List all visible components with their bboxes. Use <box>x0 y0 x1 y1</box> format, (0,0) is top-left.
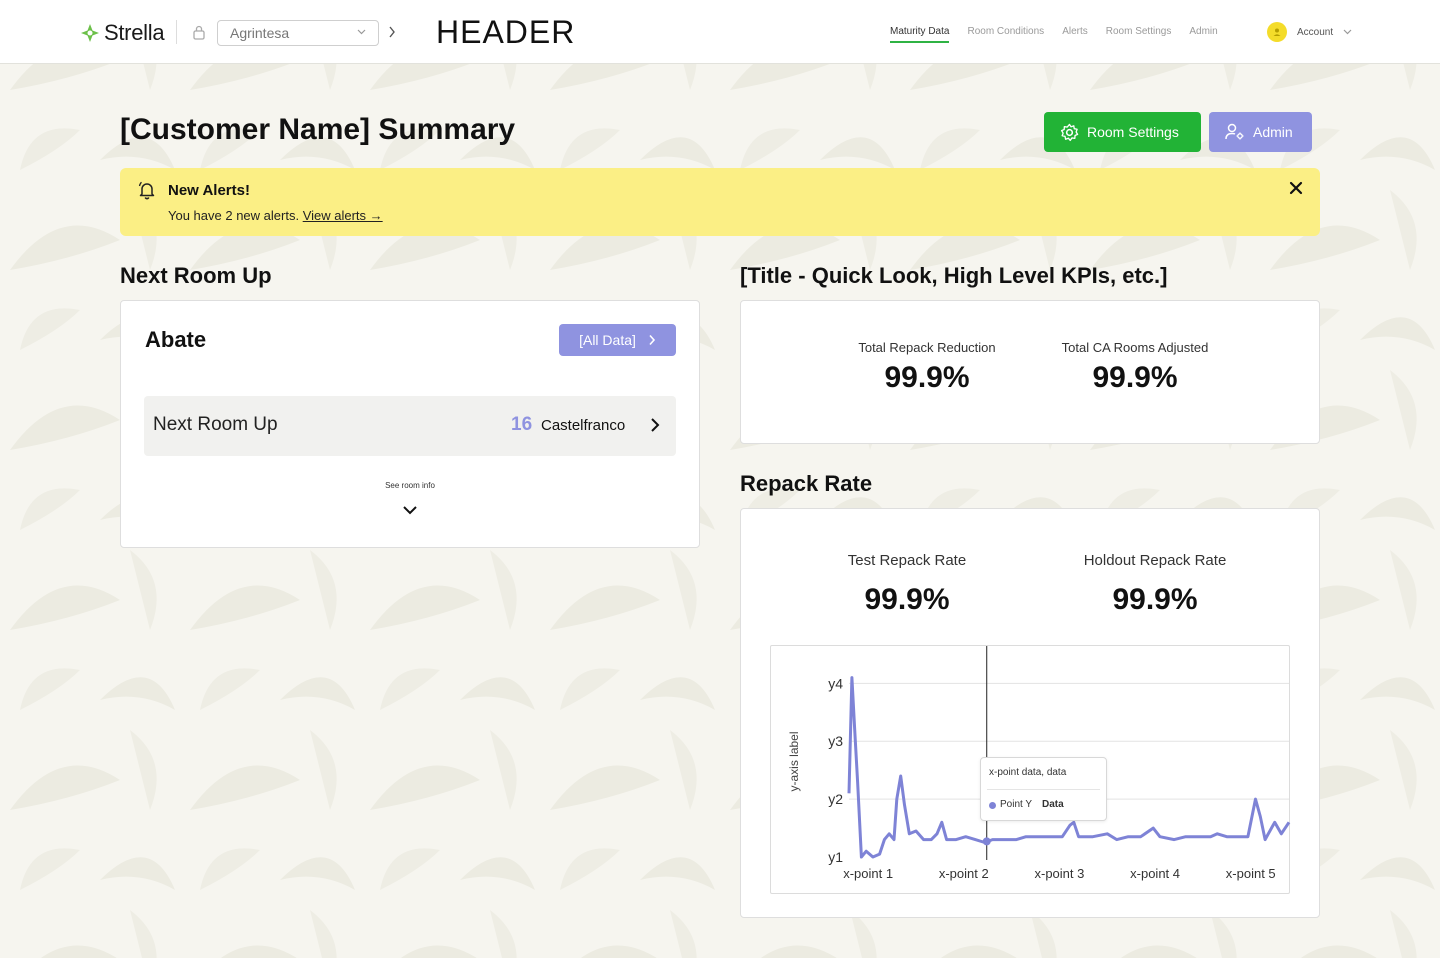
tooltip-title: x-point data, data <box>989 767 1067 778</box>
divider <box>176 20 177 44</box>
chevron-down-icon <box>357 29 366 35</box>
chevron-down-icon <box>1343 29 1352 35</box>
see-room-info-label: See room info <box>385 481 435 490</box>
kpi-value: 99.9% <box>884 361 970 394</box>
kpi-label: Holdout Repack Rate <box>1083 552 1227 569</box>
next-room-row[interactable]: Next Room Up 16 Castelfranco <box>144 396 676 456</box>
close-icon[interactable] <box>1288 180 1304 196</box>
kpi-test-repack-rate: Test Repack Rate 99.9% <box>827 552 987 617</box>
kpi-label: Total Repack Reduction <box>858 340 996 355</box>
header-label: HEADER <box>436 14 576 50</box>
chevron-right-icon <box>649 334 655 346</box>
y-tick-label: y1 <box>828 849 843 865</box>
kpi-value: 99.9% <box>1112 583 1198 616</box>
repack-card: Test Repack Rate 99.9% Holdout Repack Ra… <box>740 508 1320 918</box>
view-alerts-link[interactable]: View alerts → <box>303 208 383 223</box>
organization-select[interactable]: Agrintesa <box>217 20 379 46</box>
series-dot-icon <box>989 802 996 809</box>
user-icon <box>1273 28 1281 36</box>
avatar <box>1267 22 1287 42</box>
organization-select-value: Agrintesa <box>230 25 290 41</box>
room-settings-button-label: Room Settings <box>1087 124 1179 140</box>
logo-text: Strella <box>104 20 165 45</box>
kpi-value: 99.9% <box>1092 361 1178 394</box>
kpi-holdout-repack-rate: Holdout Repack Rate 99.9% <box>1070 552 1240 617</box>
kpi-value: 99.9% <box>864 583 950 616</box>
kpi-total-ca-rooms-adjusted: Total CA Rooms Adjusted 99.9% <box>1050 340 1220 395</box>
all-data-button[interactable]: [All Data] <box>559 324 676 356</box>
kpi-total-repack-reduction: Total Repack Reduction 99.9% <box>847 340 1007 395</box>
y-axis-label: y-axis label <box>787 731 801 791</box>
nav-admin[interactable]: Admin <box>1189 26 1217 43</box>
chevron-down-icon[interactable] <box>402 505 418 515</box>
x-tick-label: x-point 2 <box>939 866 989 881</box>
y-tick-label: y4 <box>828 675 843 691</box>
nav-maturity-data[interactable]: Maturity Data <box>890 26 950 43</box>
page-title: [Customer Name] Summary <box>120 113 516 146</box>
room-number: 16 <box>511 414 533 435</box>
x-tick-label: x-point 3 <box>1034 866 1084 881</box>
next-room-section-title: Next Room Up <box>120 263 272 288</box>
user-gear-icon <box>1225 123 1244 140</box>
lock-icon <box>193 25 205 40</box>
y-tick-label: y3 <box>828 733 843 749</box>
alert-message: You have 2 new alerts. View alerts → <box>168 208 383 223</box>
room-location: Castelfranco <box>541 417 626 434</box>
nav-alerts[interactable]: Alerts <box>1062 26 1088 43</box>
tooltip-value: Data <box>1042 799 1064 810</box>
bell-icon <box>138 181 155 200</box>
account-menu[interactable]: Account <box>1267 22 1352 42</box>
chart-tooltip: x-point data, data Point Y Data <box>980 757 1107 821</box>
room-settings-button[interactable]: Room Settings <box>1044 112 1201 152</box>
x-tick-label: x-point 1 <box>843 866 893 881</box>
logo[interactable]: Strella <box>80 20 165 46</box>
repack-chart: y1 y2 y3 y4 x-point 1 x-point 2 x-point 3 x-poi… <box>770 645 1291 894</box>
alert-text: You have 2 new alerts. <box>168 208 300 223</box>
tooltip-divider <box>987 789 1100 790</box>
next-room-row-label: Next Room Up <box>153 414 278 435</box>
repack-section-title: Repack Rate <box>740 471 873 496</box>
top-bar: Strella Agrintesa HEADER Maturity Data R… <box>0 0 1440 64</box>
hover-point <box>982 837 991 846</box>
next-room-card: Abate [All Data] Next Room Up 16 Castelf… <box>120 300 700 548</box>
main-nav: Maturity Data Room Conditions Alerts Roo… <box>890 26 1236 43</box>
kpi-section-title: [Title - Quick Look, High Level KPIs, et… <box>740 263 1168 288</box>
kpi-card: Total Repack Reduction 99.9% Total CA Ro… <box>740 300 1320 444</box>
alert-banner: New Alerts! You have 2 new alerts. View … <box>120 168 1320 236</box>
room-name: Abate <box>145 327 207 352</box>
x-tick-label: x-point 5 <box>1226 866 1276 881</box>
kpi-label: Total CA Rooms Adjusted <box>1061 340 1209 355</box>
admin-button-label: Admin <box>1253 124 1293 140</box>
account-label: Account <box>1297 26 1334 38</box>
tooltip-series-name: Point Y <box>1000 799 1033 810</box>
chevron-right-icon <box>389 26 395 38</box>
admin-button[interactable]: Admin <box>1209 112 1312 152</box>
chevron-right-icon <box>651 418 660 432</box>
x-tick-label: x-point 4 <box>1130 866 1180 881</box>
strella-logo-icon <box>81 24 99 42</box>
all-data-button-label: [All Data] <box>579 332 636 348</box>
nav-room-conditions[interactable]: Room Conditions <box>967 26 1044 43</box>
y-tick-label: y2 <box>828 791 843 807</box>
nav-room-settings[interactable]: Room Settings <box>1106 26 1172 43</box>
kpi-label: Test Repack Rate <box>847 552 967 569</box>
gear-icon <box>1060 123 1079 141</box>
alert-title: New Alerts! <box>168 182 250 199</box>
